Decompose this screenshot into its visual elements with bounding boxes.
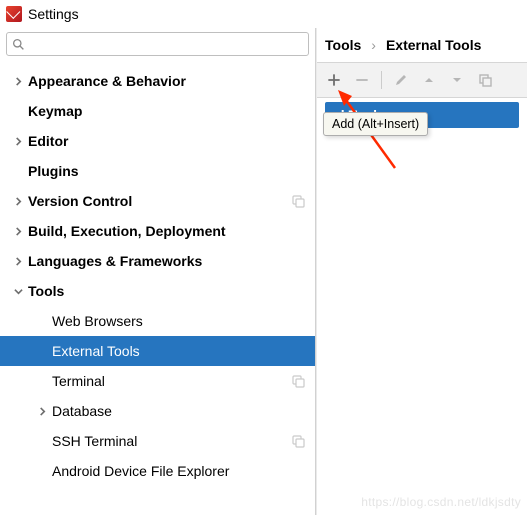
chevron-right-icon[interactable] (32, 407, 52, 416)
breadcrumb-sep: › (371, 37, 376, 53)
tree-item-appearance-behavior[interactable]: Appearance & Behavior (0, 66, 315, 96)
settings-detail: Tools › External Tools (316, 28, 527, 515)
tree-item-label: Terminal (52, 373, 291, 389)
add-tooltip: Add (Alt+Insert) (323, 112, 428, 136)
tree-item-android-device-file-explorer[interactable]: Android Device File Explorer (0, 456, 315, 486)
copy-button[interactable] (476, 71, 494, 89)
move-up-button[interactable] (420, 71, 438, 89)
tree-item-web-browsers[interactable]: Web Browsers (0, 306, 315, 336)
remove-button[interactable] (353, 71, 371, 89)
tree-item-ssh-terminal[interactable]: SSH Terminal (0, 426, 315, 456)
tree-item-label: External Tools (52, 343, 315, 359)
project-scope-icon (291, 194, 305, 208)
tree-item-terminal[interactable]: Terminal (0, 366, 315, 396)
tree-item-languages-frameworks[interactable]: Languages & Frameworks (0, 246, 315, 276)
tree-item-label: Keymap (28, 103, 315, 119)
breadcrumb-root[interactable]: Tools (325, 37, 361, 53)
tree-item-label: Tools (28, 283, 315, 299)
project-scope-icon (291, 434, 305, 448)
settings-tree[interactable]: Appearance & Behavior Keymap Editor Plugins… (0, 62, 315, 515)
tree-item-keymap[interactable]: Keymap (0, 96, 315, 126)
chevron-right-icon[interactable] (8, 257, 28, 266)
edit-button[interactable] (392, 71, 410, 89)
chevron-right-icon[interactable] (8, 197, 28, 206)
tree-item-label: Version Control (28, 193, 291, 209)
window-title: Settings (28, 6, 79, 22)
tree-item-label: Appearance & Behavior (28, 73, 315, 89)
add-button[interactable] (325, 71, 343, 89)
settings-sidebar: Appearance & Behavior Keymap Editor Plugins… (0, 28, 316, 515)
chevron-right-icon[interactable] (8, 137, 28, 146)
tree-item-database[interactable]: Database (0, 396, 315, 426)
toolbar (325, 69, 519, 91)
breadcrumb-current: External Tools (386, 37, 481, 53)
tree-item-version-control[interactable]: Version Control (0, 186, 315, 216)
project-scope-icon (291, 374, 305, 388)
search-icon (12, 38, 25, 51)
tree-item-label: Plugins (28, 163, 315, 179)
tree-item-label: SSH Terminal (52, 433, 291, 449)
tree-item-label: Android Device File Explorer (52, 463, 315, 479)
tree-item-label: Web Browsers (52, 313, 315, 329)
search-box[interactable] (6, 32, 309, 56)
chevron-right-icon[interactable] (8, 77, 28, 86)
tree-item-label: Languages & Frameworks (28, 253, 315, 269)
toolbar-separator (381, 71, 382, 89)
chevron-down-icon[interactable] (8, 287, 28, 296)
tree-item-label: Database (52, 403, 315, 419)
move-down-button[interactable] (448, 71, 466, 89)
tree-item-build-execution-deployment[interactable]: Build, Execution, Deployment (0, 216, 315, 246)
tree-item-label: Build, Execution, Deployment (28, 223, 315, 239)
app-icon (6, 6, 22, 22)
search-input[interactable] (28, 37, 303, 51)
tree-item-plugins[interactable]: Plugins (0, 156, 315, 186)
tree-item-label: Editor (28, 133, 315, 149)
tree-item-tools[interactable]: Tools (0, 276, 315, 306)
tree-item-editor[interactable]: Editor (0, 126, 315, 156)
breadcrumb: Tools › External Tools (317, 28, 527, 62)
chevron-right-icon[interactable] (8, 227, 28, 236)
tree-item-external-tools[interactable]: External Tools (0, 336, 315, 366)
